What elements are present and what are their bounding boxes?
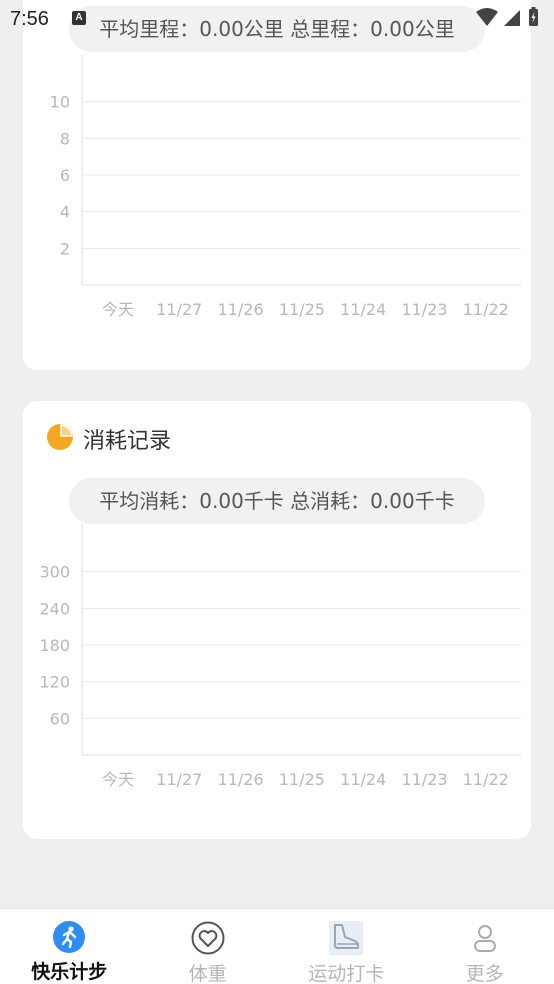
calorie-chart-svg: 60 120 180 240 300 今天 11/27 11/26 11/25 11/24 11/2… bbox=[39, 525, 521, 789]
nav-item-more[interactable]: 更多 bbox=[416, 909, 554, 984]
signal-icon bbox=[504, 10, 520, 26]
calorie-xtick-label: 11/22 bbox=[463, 770, 509, 789]
calorie-xtick-label: 11/23 bbox=[401, 770, 447, 789]
nav-label-happy-steps: 快乐计步 bbox=[31, 961, 108, 983]
calorie-card: 消耗记录 平均消耗：0.00千卡 总消耗：0.00千卡 60 120 180 240 3… bbox=[23, 401, 531, 839]
nav-item-checkin[interactable]: 运动打卡 bbox=[277, 909, 416, 984]
mileage-chart-svg: 2 4 6 8 10 今天 11/27 11/26 11/25 11/24 11/23 11/22 bbox=[50, 55, 521, 319]
mileage-ytick-label: 6 bbox=[60, 166, 70, 185]
calorie-xtick-label: 今天 bbox=[102, 770, 134, 789]
nav-label-more: 更多 bbox=[465, 963, 504, 984]
mileage-ytick-label: 2 bbox=[60, 239, 70, 258]
mileage-xtick-label: 11/27 bbox=[156, 300, 202, 319]
runner-icon bbox=[52, 921, 86, 953]
wifi-icon bbox=[476, 8, 498, 26]
bottom-nav: 快乐计步 体重 运动打卡 更多 bbox=[0, 908, 554, 984]
calorie-summary: 平均消耗：0.00千卡 总消耗：0.00千卡 bbox=[69, 478, 485, 524]
mileage-xtick-label: 今天 bbox=[102, 300, 134, 319]
calorie-card-title: 消耗记录 bbox=[83, 429, 172, 454]
calorie-ytick-label: 60 bbox=[50, 709, 70, 728]
heart-icon bbox=[191, 921, 225, 955]
calorie-xtick-label: 11/27 bbox=[156, 770, 202, 789]
calorie-ytick-label: 240 bbox=[39, 599, 70, 618]
battery-icon bbox=[529, 7, 538, 26]
mileage-xtick-label: 11/26 bbox=[218, 300, 264, 319]
status-time: 7:56 bbox=[10, 8, 49, 30]
person-icon bbox=[468, 921, 502, 955]
status-bar: 7:56 A bbox=[0, 0, 554, 38]
nav-label-weight: 体重 bbox=[188, 963, 227, 984]
nav-item-happy-steps[interactable]: 快乐计步 bbox=[0, 909, 139, 984]
status-icons bbox=[474, 6, 544, 30]
mileage-xtick-label: 11/23 bbox=[401, 300, 447, 319]
mileage-ytick-label: 10 bbox=[50, 93, 70, 112]
calorie-xtick-label: 11/25 bbox=[279, 770, 325, 789]
calorie-xtick-label: 11/26 bbox=[218, 770, 264, 789]
calorie-xtick-label: 11/24 bbox=[340, 770, 386, 789]
mileage-chart: 2 4 6 8 10 今天 11/27 11/26 11/25 11/24 11/23 11/22 bbox=[23, 55, 531, 335]
mileage-ytick-label: 8 bbox=[60, 129, 70, 148]
notification-icon: A bbox=[72, 11, 86, 25]
mileage-xtick-label: 11/22 bbox=[463, 300, 509, 319]
nav-item-weight[interactable]: 体重 bbox=[139, 909, 278, 984]
pie-chart-icon bbox=[45, 422, 75, 456]
shoe-icon bbox=[329, 921, 364, 955]
nav-label-checkin: 运动打卡 bbox=[308, 963, 385, 984]
mileage-xtick-label: 11/25 bbox=[279, 300, 325, 319]
calorie-ytick-label: 120 bbox=[39, 673, 70, 692]
calorie-chart: 60 120 180 240 300 今天 11/27 11/26 11/25 11/24 11/2… bbox=[23, 525, 531, 815]
calorie-card-header: 消耗记录 bbox=[45, 423, 171, 455]
mileage-card: 平均里程：0.00公里 总里程：0.00公里 2 4 6 8 10 今天 11/27 11/2… bbox=[23, 0, 531, 370]
mileage-xtick-label: 11/24 bbox=[340, 300, 386, 319]
calorie-ytick-label: 300 bbox=[39, 563, 70, 582]
mileage-ytick-label: 4 bbox=[60, 203, 70, 222]
calorie-ytick-label: 180 bbox=[39, 636, 70, 655]
